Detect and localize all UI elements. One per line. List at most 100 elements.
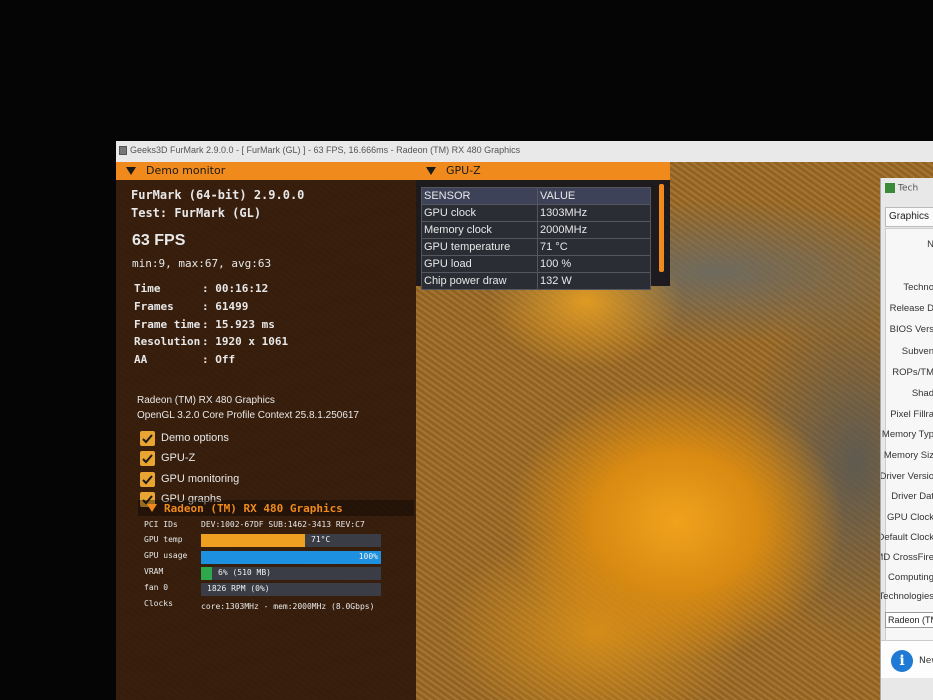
gpu-temp-bar-fill xyxy=(201,534,306,547)
info-label: Shad xyxy=(911,388,933,399)
fan-value: 1826 RPM (0%) xyxy=(207,584,270,593)
info-label: Memory Typ xyxy=(881,429,933,440)
fps-readout: 63 FPS xyxy=(132,232,186,249)
info-label: AMD CrossFire xyxy=(881,552,933,563)
info-label: GPU Clock xyxy=(887,512,933,523)
gpu-z-window-title[interactable]: Tech xyxy=(885,183,918,194)
gpu-z-app-icon xyxy=(885,183,895,193)
info-label: Release D xyxy=(889,303,933,314)
sensor-value: 71 °C xyxy=(537,238,651,256)
window-titlebar[interactable]: Geeks3D FurMark 2.9.0.0 - [ FurMark (GL)… xyxy=(116,141,933,162)
vram-bar: 6% (510 MB) xyxy=(201,567,381,580)
info-label: Default Clock xyxy=(880,532,933,543)
info-icon: i xyxy=(891,650,913,672)
stat-value-frame-time: : 15.923 ms xyxy=(202,318,275,331)
gpu-section-title: Radeon (TM) RX 480 Graphics xyxy=(164,502,343,515)
sensor-table: SENSOR VALUE GPU clock 1303MHz Memory cl… xyxy=(421,187,651,290)
demo-monitor-title: Demo monitor xyxy=(146,164,226,177)
sensor-value: 132 W xyxy=(537,272,651,290)
update-notification[interactable]: i New xyxy=(881,640,933,678)
gpu-z-header[interactable]: GPU-Z xyxy=(416,162,670,180)
sensor-name: Memory clock xyxy=(421,221,538,239)
checkbox-checked-icon[interactable] xyxy=(140,431,155,446)
gpu-z-window: Tech Graphics N Techno Release D BIOS Ve… xyxy=(880,178,933,700)
gpu-usage-bar: 100% xyxy=(201,551,381,564)
table-row: GPU clock 1303MHz xyxy=(421,204,651,222)
checkbox-checked-icon[interactable] xyxy=(140,472,155,487)
info-label: Techno xyxy=(903,282,933,293)
clocks-label: Clocks xyxy=(144,599,173,608)
vram-value: 6% (510 MB) xyxy=(218,568,271,577)
info-label: Technologies xyxy=(880,591,933,602)
gpu-z-title: GPU-Z xyxy=(446,164,481,177)
info-label: Pixel Fillra xyxy=(890,409,933,420)
stat-label-resolution: Resolution xyxy=(134,335,201,348)
monitor-screen: Geeks3D FurMark 2.9.0.0 - [ FurMark (GL)… xyxy=(116,141,933,700)
gpu-section-header[interactable]: Radeon (TM) RX 480 Graphics xyxy=(138,500,414,516)
gpu-temp-bar: 71°C xyxy=(201,534,381,547)
table-row: Chip power draw 132 W xyxy=(421,272,651,290)
stat-value-aa: : Off xyxy=(202,353,236,366)
stat-label-frame-time: Frame time xyxy=(134,318,201,331)
pci-value: DEV:1002-67DF SUB:1462-3413 REV:C7 xyxy=(201,520,365,529)
table-row: GPU temperature 71 °C xyxy=(421,238,651,256)
option-label: Demo options xyxy=(161,432,229,444)
app-version: FurMark (64-bit) 2.9.0.0 xyxy=(131,188,305,202)
info-label: Computing xyxy=(888,572,933,583)
stat-label-aa: AA xyxy=(134,353,148,366)
demo-monitor-header[interactable]: Demo monitor xyxy=(116,162,416,180)
gpu-name: Radeon (TM) RX 480 Graphics xyxy=(137,395,275,406)
gpu-usage-bar-fill xyxy=(201,551,381,564)
info-label: ROPs/TM xyxy=(892,367,933,378)
collapse-triangle-icon xyxy=(126,167,136,175)
fan-label: fan 0 xyxy=(144,583,169,592)
info-label: Memory Siz xyxy=(883,450,933,461)
column-header-value: VALUE xyxy=(537,187,651,205)
window-title: Geeks3D FurMark 2.9.0.0 - [ FurMark (GL)… xyxy=(130,145,521,155)
column-header-sensor: SENSOR xyxy=(421,187,538,205)
stat-label-frames: Frames xyxy=(134,300,174,313)
opengl-context: OpenGL 3.2.0 Core Profile Context 25.8.1… xyxy=(137,410,359,421)
clocks-value: core:1303MHz - mem:2000MHz (8.0Gbps) xyxy=(201,602,375,611)
sensor-name: GPU clock xyxy=(421,204,538,222)
gpu-select-dropdown[interactable]: Radeon (TM) R xyxy=(885,612,933,628)
option-label: GPU-Z xyxy=(161,452,196,464)
gpu-z-scrollbar[interactable] xyxy=(659,184,664,272)
table-row: GPU load 100 % xyxy=(421,255,651,273)
info-label: Subven xyxy=(901,346,933,357)
tab-graphics[interactable]: Graphics xyxy=(885,207,933,227)
table-header-row: SENSOR VALUE xyxy=(421,187,651,205)
info-label: BIOS Vers xyxy=(889,324,933,335)
sensor-name: GPU temperature xyxy=(421,238,538,256)
vram-bar-fill xyxy=(201,567,212,580)
app-icon xyxy=(119,146,127,155)
gpu-z-info-body: N Techno Release D BIOS Vers Subven ROPs… xyxy=(881,228,933,648)
gpu-z-window-title-text: Tech xyxy=(898,183,919,194)
stat-value-time: : 00:16:12 xyxy=(202,282,269,295)
test-name: Test: FurMark (GL) xyxy=(131,206,262,220)
sensor-name: Chip power draw xyxy=(421,272,538,290)
stat-value-frames: : 61499 xyxy=(202,300,249,313)
gpu-temp-value: 71°C xyxy=(311,535,331,544)
collapse-triangle-icon xyxy=(426,167,436,175)
collapse-triangle-icon xyxy=(147,504,157,512)
sensor-name: GPU load xyxy=(421,255,538,273)
pci-label: PCI IDs xyxy=(144,520,178,529)
info-label: Driver Dat xyxy=(891,491,933,502)
sensor-value: 2000MHz xyxy=(537,221,651,239)
gpu-usage-label: GPU usage xyxy=(144,551,188,560)
sensor-value: 1303MHz xyxy=(537,204,651,222)
info-label: N xyxy=(927,239,933,250)
table-row: Memory clock 2000MHz xyxy=(421,221,651,239)
sensor-value: 100 % xyxy=(537,255,651,273)
gpu-temp-label: GPU temp xyxy=(144,535,183,544)
gpu-z-panel: GPU-Z SENSOR VALUE GPU clock 1303MHz Mem… xyxy=(416,162,670,290)
stat-label-time: Time xyxy=(134,282,161,295)
notification-text: New xyxy=(919,656,933,666)
checkbox-checked-icon[interactable] xyxy=(140,451,155,466)
fps-min-max-avg: min:9, max:67, avg:63 xyxy=(132,257,272,270)
gpu-usage-value: 100% xyxy=(358,552,378,561)
option-label: GPU monitoring xyxy=(161,473,240,485)
fan-bar: 1826 RPM (0%) xyxy=(201,583,381,596)
demo-monitor-panel: Demo monitor FurMark (64-bit) 2.9.0.0 Te… xyxy=(116,162,416,700)
